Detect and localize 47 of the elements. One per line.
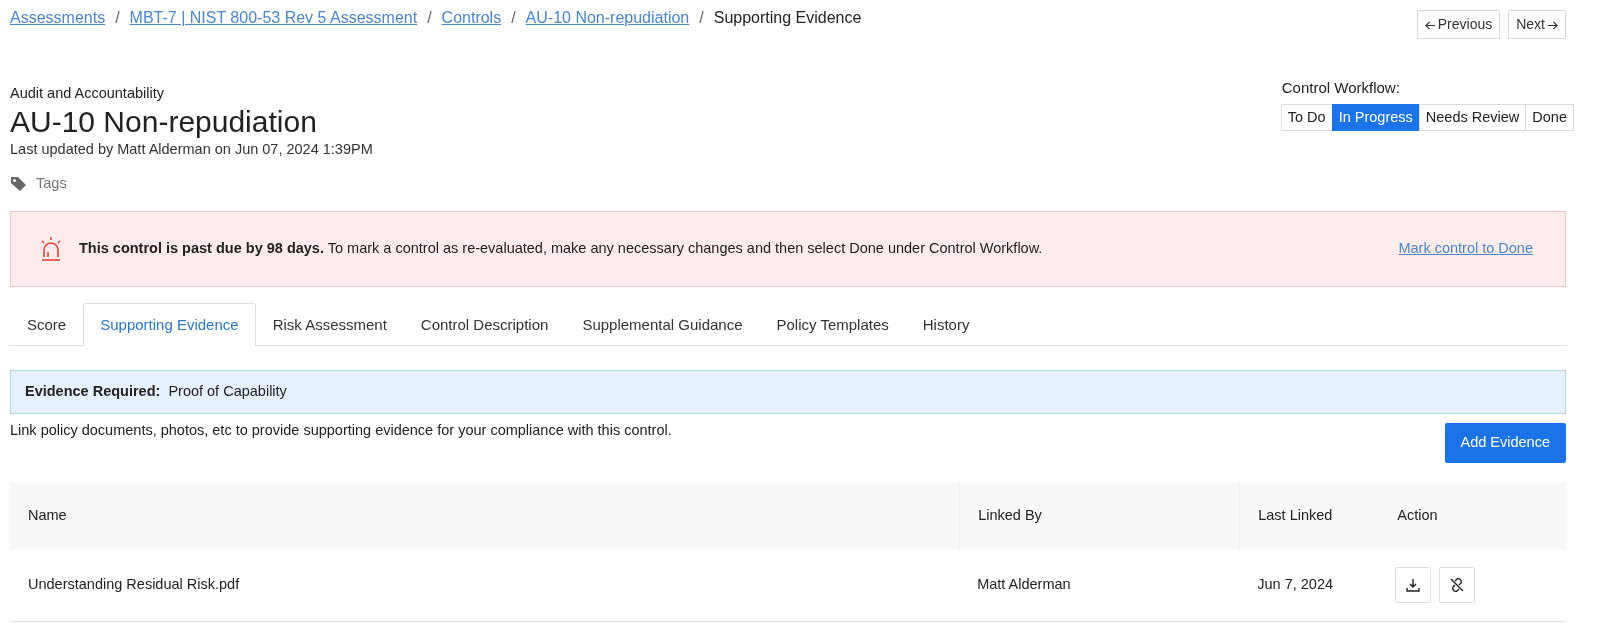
control-family: Audit and Accountability (10, 84, 165, 103)
column-header: Name (27, 505, 68, 525)
unlink-button[interactable] (1439, 566, 1476, 603)
tag-icon (10, 175, 28, 192)
tab[interactable]: Risk Assessment (255, 302, 404, 347)
table-cell-text: Matt Alderman (976, 574, 1072, 594)
workflow-step-button[interactable]: Needs Review (1418, 103, 1527, 132)
breadcrumb-separator: / (115, 8, 120, 28)
tab[interactable]: Supporting Evidence (83, 302, 256, 347)
breadcrumb-link[interactable]: MBT-7 | NIST 800-53 Rev 5 Assessment (129, 6, 418, 30)
download-button[interactable] (1395, 566, 1432, 603)
breadcrumb-link[interactable]: AU-10 Non-repudiation (525, 6, 690, 30)
unlink-icon (1449, 576, 1466, 593)
alarm-icon (39, 235, 63, 262)
workflow-step-button[interactable]: To Do (1280, 103, 1333, 132)
alert-message: This control is past due by 98 days. To mark a control as re-evaluated, make any necessary changes and then select Done under Control Workflow. (79, 238, 1044, 258)
column-header: Last Linked (1239, 482, 1380, 549)
workflow-step-button[interactable]: In Progress (1331, 103, 1420, 132)
tab[interactable]: Policy Templates (759, 302, 906, 347)
breadcrumb-link[interactable]: Assessments (10, 6, 106, 30)
right-arrow-icon (1547, 19, 1558, 31)
previous-button[interactable]: Previous (1416, 10, 1501, 39)
download-icon (1406, 577, 1421, 592)
tags-label[interactable]: Tags (36, 173, 67, 195)
tab[interactable]: Score (10, 302, 84, 347)
next-button[interactable]: Next (1508, 10, 1566, 39)
add-evidence-button[interactable]: Add Evidence (1444, 423, 1566, 463)
breadcrumb-link[interactable]: Controls (441, 6, 502, 30)
tab[interactable]: Control Description (403, 302, 566, 347)
column-header: Action (1396, 505, 1439, 525)
table-cell-text: Jun 7, 2024 (1256, 574, 1335, 594)
tab[interactable]: Supplemental Guidance (565, 302, 760, 347)
breadcrumb-separator: / (511, 8, 516, 28)
description-text: Link policy documents, photos, etc to provide supporting evidence for your compliance with this control. (10, 421, 672, 440)
evidence-required-label: Evidence Required: (25, 383, 161, 400)
control-title: AU-10 Non-repudiation (10, 104, 318, 140)
column-header: Linked By (959, 482, 1240, 549)
left-arrow-icon (1424, 19, 1436, 31)
tab[interactable]: History (905, 302, 987, 347)
workflow-label: Control Workflow: (1281, 78, 1401, 98)
last-updated-text: Last updated by Matt Alderman on Jun 07, 2024 1:39PM (10, 140, 373, 160)
table-cell-text: Understanding Residual Risk.pdf (27, 574, 241, 594)
workflow-step-button[interactable]: Done (1525, 103, 1574, 132)
evidence-required-value: Proof of Capability (168, 383, 287, 400)
breadcrumb-separator: / (699, 8, 704, 28)
breadcrumb-separator: / (427, 8, 432, 28)
breadcrumb-current: Supporting Evidence (713, 8, 862, 28)
